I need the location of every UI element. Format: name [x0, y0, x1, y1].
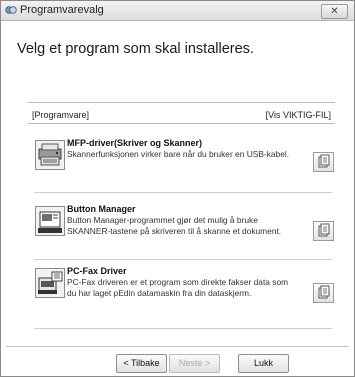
- item-divider: [34, 192, 332, 193]
- panel-top-divider: [28, 102, 335, 103]
- panel-header-divider: [28, 123, 335, 124]
- view-important-file-link[interactable]: [Vis VIKTIG-FIL]: [266, 110, 331, 120]
- software-item-mfp-driver: MFP-driver(Skriver og Skanner) Skannerfu…: [35, 138, 335, 198]
- printer-scanner-icon[interactable]: [35, 140, 65, 170]
- readme-button-mfp-driver[interactable]: [313, 152, 334, 172]
- close-icon: ✕: [330, 6, 339, 17]
- close-button[interactable]: Lukk: [238, 354, 289, 373]
- fax-icon[interactable]: [35, 268, 65, 298]
- installer-window: Programvarevalg ✕ Velg et program som sk…: [0, 0, 355, 377]
- item-name[interactable]: Button Manager: [67, 204, 136, 214]
- document-icon: [318, 285, 330, 299]
- page-title: Velg et program som skal installeres.: [17, 41, 254, 57]
- software-label: [Programvare]: [32, 110, 90, 120]
- readme-button-pc-fax-driver[interactable]: [313, 283, 334, 303]
- app-icon: [5, 6, 17, 14]
- item-name[interactable]: MFP-driver(Skriver og Skanner): [67, 138, 202, 148]
- document-icon: [318, 223, 330, 237]
- button-manager-icon[interactable]: [35, 206, 65, 236]
- document-icon: [318, 154, 330, 168]
- readme-button-button-manager[interactable]: [313, 221, 334, 241]
- item-name[interactable]: PC-Fax Driver: [67, 266, 127, 276]
- window-title: Programvarevalg: [20, 4, 104, 16]
- item-description: PC-Fax driveren er et program som direkt…: [67, 277, 289, 298]
- item-description: Skannerfunksjonen virker bare når du bru…: [67, 149, 290, 159]
- title-bar: Programvarevalg ✕: [1, 1, 354, 21]
- item-divider: [34, 259, 332, 260]
- back-button[interactable]: < Tilbake: [116, 354, 167, 373]
- software-item-button-manager: Button Manager Button Manager-programmet…: [35, 204, 335, 264]
- close-window-button[interactable]: ✕: [321, 4, 348, 19]
- item-description: Button Manager-programmet gjør det mulig…: [67, 215, 282, 236]
- software-item-pc-fax-driver: PC-Fax Driver PC-Fax driveren er et prog…: [35, 266, 335, 326]
- next-button[interactable]: Neste >: [169, 354, 220, 373]
- item-divider: [34, 328, 332, 329]
- footer-divider: [6, 346, 349, 347]
